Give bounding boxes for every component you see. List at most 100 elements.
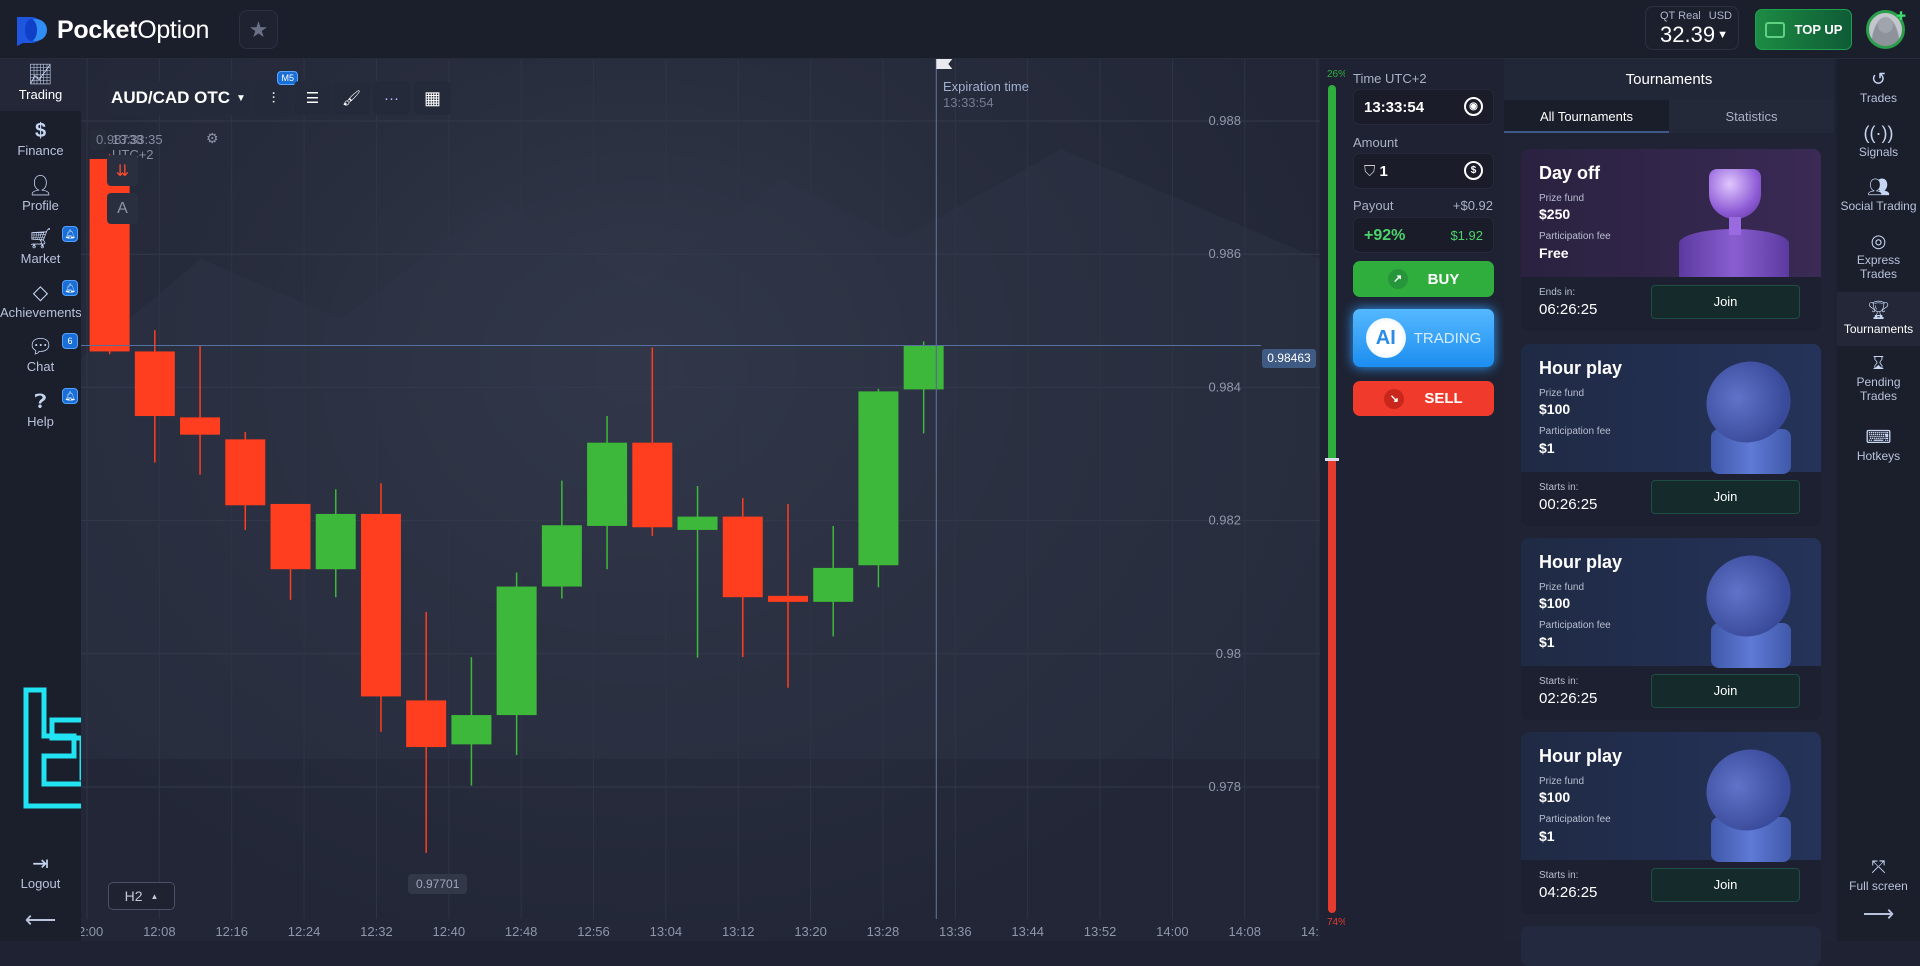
card-banner: Hour play Prize fund $100 Participation … — [1521, 732, 1821, 862]
wallet-icon — [1764, 21, 1785, 38]
fee-label: Participation fee — [1539, 426, 1611, 437]
card-banner: Day off Prize fund $250 Participation fe… — [1521, 149, 1821, 277]
join-button[interactable]: Join — [1651, 480, 1800, 514]
expiration-title: Expiration time — [943, 79, 1029, 94]
sidebar-item-express-trades[interactable]: ◎ Express Trades — [1837, 229, 1920, 281]
expiration-time-input[interactable]: 13:33:54 ◉ — [1353, 89, 1494, 125]
join-button[interactable]: Join — [1651, 674, 1800, 708]
sidebar-item-trading[interactable]: 📈︎ Trading — [0, 59, 81, 111]
avatar[interactable]: ✚ — [1866, 9, 1906, 49]
expand-right-arrow-icon[interactable]: ⟶ — [1837, 903, 1920, 925]
sell-button[interactable]: ↘ SELL — [1353, 381, 1494, 416]
time-tick-label: 13:28 — [867, 924, 900, 939]
pocket-option-logo[interactable]: PocketOption — [15, 14, 209, 46]
top-up-button[interactable]: TOP UP — [1755, 9, 1852, 50]
logout-button[interactable]: ⇥ Logout — [0, 852, 81, 891]
candle-up — [858, 391, 899, 566]
time-tick-label: 13:52 — [1084, 924, 1117, 939]
sidebar-item-profile[interactable]: 👤︎ Profile — [0, 174, 81, 213]
sidebar-label: Express Trades — [1856, 253, 1901, 281]
candle-down — [767, 595, 808, 602]
chevron-down-icon: ▼ — [236, 92, 246, 104]
full-screen-button[interactable]: ⤧ Full screen — [1837, 855, 1920, 893]
more-button[interactable]: ··· — [373, 81, 410, 115]
users-icon: 👥︎ — [1867, 177, 1890, 197]
sort-down-icon[interactable]: ⇊ — [107, 155, 138, 186]
price-chart[interactable]: 0.988 0.986 0.984 0.982 0.98 0.978 12:00 12:08 1… — [81, 59, 1320, 941]
sidebar-item-pending-trades[interactable]: ⌛︎ Pending Trades — [1837, 351, 1920, 403]
countdown-value: 04:26:25 — [1539, 884, 1598, 901]
fee-value: $1 — [1539, 634, 1555, 650]
prize-value: $100 — [1539, 401, 1571, 417]
drawings-button[interactable]: 🖌︎ — [333, 81, 370, 115]
text-tool-icon[interactable]: A — [107, 193, 138, 224]
countdown-label: Starts in: — [1539, 482, 1579, 493]
full-screen-label: Full screen — [1849, 879, 1908, 893]
sell-label: SELL — [1424, 390, 1463, 407]
amount-input[interactable]: ⛉ 1 $ — [1353, 153, 1494, 189]
favorites-button[interactable]: ★ — [239, 10, 278, 49]
join-button[interactable]: Join — [1651, 285, 1800, 319]
layout-button[interactable]: ▦ — [414, 81, 451, 115]
candle-down — [406, 700, 447, 748]
buy-button[interactable]: ↗ BUY — [1353, 261, 1494, 297]
sidebar-label: Trades — [1860, 91, 1897, 105]
shield-icon: ⛉ — [1364, 163, 1376, 180]
prize-label: Prize fund — [1539, 582, 1585, 593]
tournament-card: Hour play Prize fund $100 Participation … — [1521, 538, 1821, 720]
time-tick-label: 13:12 — [722, 924, 755, 939]
sidebar-item-trades[interactable]: ↺ Trades — [1837, 67, 1920, 105]
sidebar-item-tournaments[interactable]: 🏆︎ Tournaments — [1837, 292, 1920, 346]
tournament-title: Hour play — [1539, 746, 1623, 766]
up-percent: 26% — [1327, 69, 1348, 80]
star-icon: ★ — [248, 16, 269, 42]
tournament-title: Day off — [1539, 163, 1601, 183]
time-tick-label: 12:00 — [81, 924, 103, 939]
price-tick-label: 0.98 — [1216, 646, 1241, 661]
candle-up — [451, 715, 492, 745]
sidebar-item-social-trading[interactable]: 👥︎ Social Trading — [1837, 175, 1920, 213]
chart-type-button[interactable]: ⫶ M5 — [255, 71, 298, 115]
chart-line-icon: 📈︎ — [27, 64, 54, 86]
payout-profit: +$0.92 — [1452, 198, 1493, 213]
asset-selector[interactable]: AUD/CAD OTC ▼ — [108, 81, 249, 115]
timeframe-button[interactable]: H2 ▲ — [108, 882, 175, 910]
prize-label: Prize fund — [1539, 388, 1585, 399]
tab-statistics[interactable]: Statistics — [1669, 100, 1834, 133]
sidebar-label: Signals — [1858, 145, 1899, 159]
sidebar-item-finance[interactable]: $ Finance — [0, 119, 81, 158]
indicators-button[interactable]: ☰ — [294, 81, 331, 115]
arrow-up-right-icon: ↗ — [1387, 269, 1408, 289]
brush-icon: 🖌︎ — [341, 90, 362, 107]
tournament-card-partial — [1521, 926, 1821, 966]
time-tick-label: 12:40 — [433, 924, 466, 939]
currency-icon[interactable]: $ — [1464, 161, 1483, 180]
candle-down — [180, 417, 221, 435]
top-header: PocketOption ★ QT Real USD 32.39 ▼ TOP UP… — [0, 0, 1920, 59]
candlestick-chart[interactable]: 0.988 0.986 0.984 0.982 0.98 0.978 12:00 12:08 1… — [81, 59, 1320, 941]
low-price-label: 0.97701 — [408, 874, 468, 894]
join-button[interactable]: Join — [1651, 868, 1800, 902]
tournament-card: Day off Prize fund $250 Participation fe… — [1521, 149, 1821, 331]
countdown-label: Starts in: — [1539, 676, 1579, 687]
sidebar-item-hotkeys[interactable]: ⌨ Hotkeys — [1837, 425, 1920, 463]
collapse-left-arrow-icon[interactable]: ⟵ — [0, 907, 81, 933]
bell-icon: 🔔︎ — [62, 226, 78, 242]
clock-icon[interactable]: ◉ — [1464, 97, 1483, 116]
sidebar-label: Market — [20, 251, 61, 266]
sidebar-item-signals[interactable]: ((·)) Signals — [1837, 121, 1920, 159]
tournament-title: Hour play — [1539, 552, 1623, 572]
plus-icon: ✚ — [1895, 9, 1906, 23]
time-tick-label: 13:20 — [794, 924, 827, 939]
left-sidebar: 📈︎ Trading $ Finance 👤︎ Profile 🛒︎ Market 🔔︎… — [0, 59, 107, 941]
gear-icon[interactable]: ⚙ — [206, 130, 219, 147]
ai-trading-button[interactable]: AI TRADING — [1353, 309, 1494, 367]
ai-label: TRADING — [1413, 329, 1482, 347]
timeframe-label: H2 — [124, 888, 143, 904]
sidebar-label: Achievements — [0, 305, 82, 320]
candle-up — [813, 567, 854, 602]
balance-selector[interactable]: QT Real USD 32.39 ▼ — [1645, 6, 1739, 50]
fee-label: Participation fee — [1539, 620, 1611, 631]
tab-all-tournaments[interactable]: All Tournaments — [1504, 100, 1669, 133]
price-tick-label: 0.988 — [1208, 113, 1241, 128]
